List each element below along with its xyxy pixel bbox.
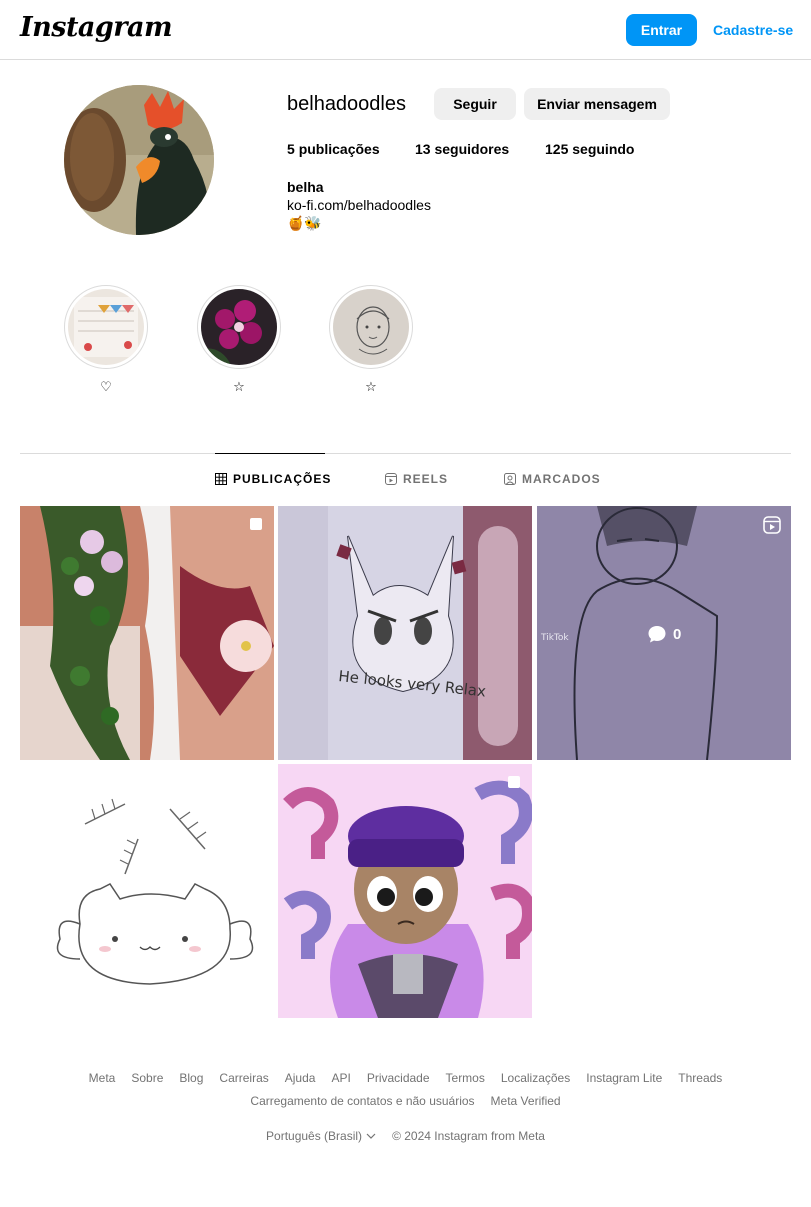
copyright: © 2024 Instagram from Meta — [392, 1129, 545, 1143]
highlight-ring — [329, 285, 413, 369]
highlight-cover — [333, 289, 409, 365]
footer-link-locations[interactable]: Localizações — [501, 1071, 570, 1085]
story-highlight-1[interactable]: ♡ — [64, 285, 148, 395]
footer-link-meta[interactable]: Meta — [89, 1071, 116, 1085]
tabs-divider — [20, 453, 791, 454]
following-label: seguindo — [572, 141, 635, 157]
reels-icon — [385, 473, 397, 485]
comment-icon — [648, 626, 666, 643]
footer-link-blog[interactable]: Blog — [179, 1071, 203, 1085]
tab-tagged-label: MARCADOS — [522, 472, 601, 486]
instagram-logo[interactable]: Instagram — [20, 12, 173, 43]
footer-link-meta-verified[interactable]: Meta Verified — [491, 1094, 561, 1108]
followers-stat[interactable]: 13 seguidores — [415, 141, 509, 157]
highlight-cover — [201, 289, 277, 365]
profile-name: belha — [287, 179, 324, 195]
carousel-icon — [250, 518, 262, 530]
footer-meta: Português (Brasil) © 2024 Instagram from… — [0, 1129, 811, 1143]
followers-label: seguidores — [434, 141, 510, 157]
post-image — [20, 506, 274, 760]
highlight-label: ☆ — [233, 379, 245, 394]
post-4[interactable] — [20, 764, 274, 1018]
post-image — [278, 764, 532, 1018]
highlight-ring — [64, 285, 148, 369]
follow-button[interactable]: Seguir — [434, 88, 516, 120]
footer-link-careers[interactable]: Carreiras — [219, 1071, 268, 1085]
login-button[interactable]: Entrar — [626, 14, 697, 46]
profile-username: belhadoodles — [287, 93, 406, 115]
post-image: He looks very Relax — [278, 506, 532, 760]
posts-count-stat: 5 publicações — [287, 141, 380, 157]
story-highlight-3[interactable]: ☆ — [329, 285, 413, 395]
reels-icon — [763, 516, 781, 534]
tab-posts-label: PUBLICAÇÕES — [233, 472, 332, 486]
highlight-label: ☆ — [365, 379, 377, 394]
footer-link-about[interactable]: Sobre — [131, 1071, 163, 1085]
send-message-button[interactable]: Enviar mensagem — [524, 88, 670, 120]
highlight-cover — [68, 289, 144, 365]
post-3[interactable]: TikTok 0 — [537, 506, 791, 760]
highlight-ring — [197, 285, 281, 369]
language-label: Português (Brasil) — [266, 1129, 363, 1143]
tab-reels-label: REELS — [403, 472, 449, 486]
post-5[interactable] — [278, 764, 532, 1018]
tagged-icon — [504, 473, 516, 485]
highlight-label: ♡ — [100, 379, 112, 394]
post-1[interactable] — [20, 506, 274, 760]
profile-link[interactable]: ko-fi.com/belhadoodles — [287, 197, 431, 213]
footer-link-threads[interactable]: Threads — [678, 1071, 722, 1085]
active-tab-indicator — [215, 453, 325, 454]
footer-link-instagram-lite[interactable]: Instagram Lite — [586, 1071, 662, 1085]
top-header: Instagram Entrar Cadastre-se — [0, 0, 811, 60]
post-2[interactable]: He looks very Relax — [278, 506, 532, 760]
footer-link-terms[interactable]: Termos — [446, 1071, 485, 1085]
footer-link-help[interactable]: Ajuda — [285, 1071, 316, 1085]
profile-avatar[interactable] — [64, 85, 214, 235]
profile-bio-emoji: 🍯🐝 — [287, 215, 322, 231]
tab-reels[interactable]: REELS — [385, 472, 448, 486]
footer-link-contact-upload[interactable]: Carregamento de contatos e não usuários — [250, 1094, 474, 1108]
tab-posts[interactable]: PUBLICAÇÕES — [215, 472, 331, 486]
tab-tagged[interactable]: MARCADOS — [504, 472, 601, 486]
language-selector[interactable]: Português (Brasil) — [266, 1129, 376, 1143]
svg-text:TikTok: TikTok — [540, 633, 569, 643]
comment-count-overlay: 0 — [647, 624, 681, 644]
story-highlight-2[interactable]: ☆ — [197, 285, 281, 395]
post-image — [20, 764, 274, 1018]
signup-link[interactable]: Cadastre-se — [713, 22, 793, 38]
following-stat[interactable]: 125 seguindo — [545, 141, 634, 157]
footer-links: Meta Sobre Blog Carreiras Ajuda API Priv… — [0, 1071, 811, 1085]
followers-count: 13 — [415, 141, 431, 157]
grid-icon — [215, 473, 227, 485]
following-count: 125 — [545, 141, 569, 157]
carousel-icon — [508, 776, 520, 788]
footer-link-api[interactable]: API — [331, 1071, 350, 1085]
posts-label: publicações — [298, 141, 380, 157]
footer-link-privacy[interactable]: Privacidade — [367, 1071, 430, 1085]
posts-count: 5 — [287, 141, 295, 157]
comment-count: 0 — [673, 625, 682, 643]
chevron-down-icon — [366, 1133, 376, 1139]
footer-links-secondary: Carregamento de contatos e não usuários … — [0, 1094, 811, 1108]
